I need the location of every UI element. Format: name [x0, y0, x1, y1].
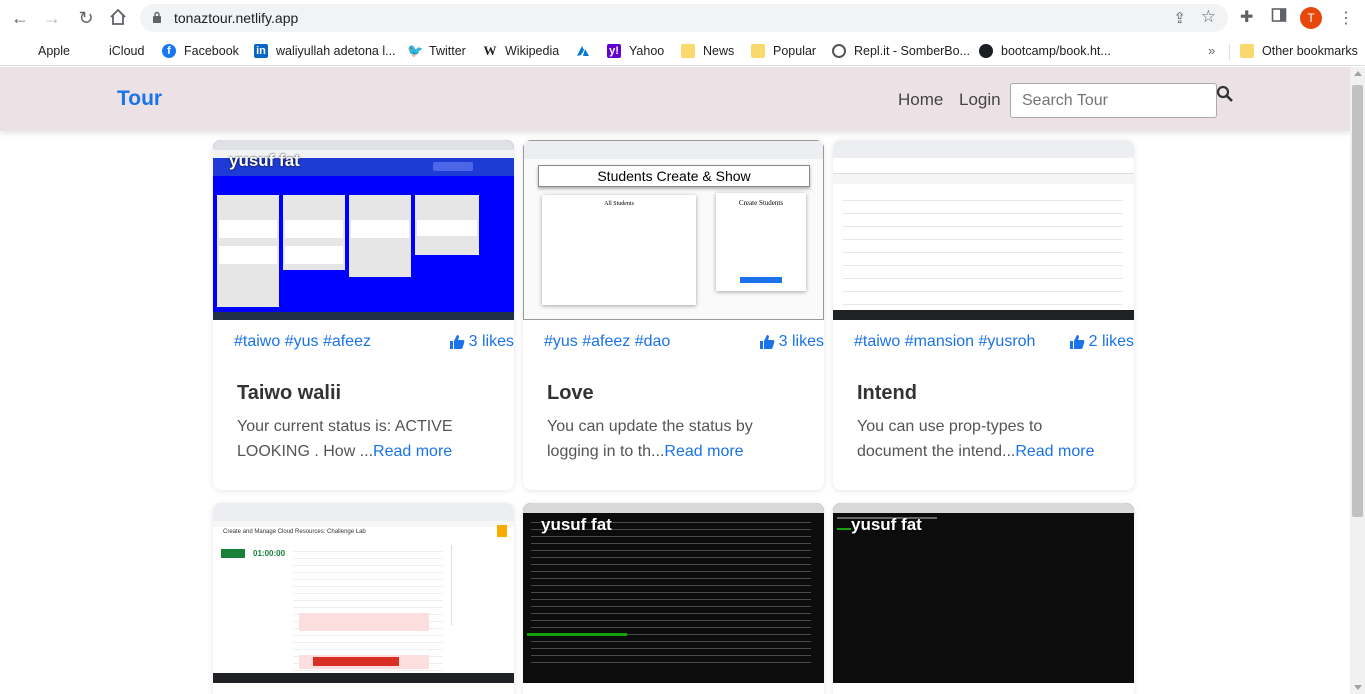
bookmark-facebook[interactable]: f Facebook	[162, 42, 239, 60]
reload-icon[interactable]: ↻	[76, 8, 96, 28]
github-icon	[979, 44, 993, 58]
browser-toolbar: ← → ↻ tonaztour.netlify.app ⇪ ☆ ✚ T ⋮	[0, 0, 1365, 36]
bookmark-popular[interactable]: Popular	[751, 42, 816, 60]
thumbnail-timer: 01:00:00	[253, 549, 286, 558]
tour-card[interactable]: #taiwo #mansion #yusroh 2 likes Intend Y…	[833, 140, 1134, 490]
menu-icon[interactable]: ⋮	[1338, 8, 1354, 28]
bookmark-replit[interactable]: Repl.it - SomberBo...	[832, 42, 970, 60]
folder-icon	[1240, 44, 1254, 58]
card-tags[interactable]: #taiwo #yus #afeez	[234, 333, 371, 351]
card-tags[interactable]: #yus #afeez #dao	[544, 333, 670, 351]
forward-icon[interactable]: →	[42, 8, 62, 28]
address-bar[interactable]: tonaztour.netlify.app ⇪ ☆	[140, 4, 1228, 32]
folder-icon	[681, 44, 695, 58]
other-bookmarks[interactable]: Other bookmarks	[1240, 42, 1358, 60]
thumbnail-heading: Students Create & Show	[538, 165, 810, 187]
card-thumbnail[interactable]: Create and Manage Cloud Resources: Chall…	[213, 503, 514, 683]
thumbnail-label: yusuf fat	[851, 515, 922, 534]
linkedin-icon: in	[254, 44, 268, 58]
yahoo-icon: y!	[607, 44, 621, 58]
card-title: Taiwo walii	[237, 382, 342, 404]
bookmarks-bar: Apple iCloud f Facebook in waliyullah adet…	[0, 36, 1365, 66]
bookmark-news[interactable]: News	[681, 42, 734, 60]
share-icon[interactable]: ⇪	[1173, 9, 1186, 27]
side-panel-icon[interactable]	[1271, 7, 1287, 28]
read-more-link[interactable]: Read more	[1015, 443, 1094, 460]
site-navbar: Tour Home Login	[0, 67, 1350, 131]
bookmark-icloud[interactable]: iCloud	[87, 42, 144, 60]
card-description: Your current status is: ACTIVE LOOKING .…	[237, 418, 453, 460]
tour-card[interactable]: Students Create & Show All Students Crea…	[523, 140, 824, 490]
card-likes[interactable]: 2 likes	[1069, 333, 1134, 351]
bookmark-azure[interactable]	[576, 42, 598, 60]
card-thumbnail[interactable]	[833, 140, 1134, 320]
extensions-icon[interactable]: ✚	[1240, 7, 1253, 27]
bookmark-yahoo[interactable]: y! Yahoo	[607, 42, 664, 60]
twitter-icon: 🐦	[407, 43, 424, 58]
thumbnail-label: yusuf fat	[229, 151, 300, 170]
bookmark-twitter[interactable]: 🐦 Twitter	[407, 42, 466, 60]
nav-login-link[interactable]: Login	[959, 90, 1001, 110]
card-likes[interactable]: 3 likes	[759, 333, 824, 351]
thumbnail-panel-title: Create Students	[738, 199, 784, 207]
thumbnail-label: yusuf fat	[541, 515, 612, 534]
thumbs-up-icon	[759, 335, 775, 349]
lock-icon	[153, 11, 161, 23]
page-scrollbar[interactable]	[1350, 67, 1365, 694]
tour-card[interactable]: yusuf fat	[523, 503, 824, 694]
thumbnail-panel-title: All Students	[604, 201, 634, 207]
card-tags[interactable]: #taiwo #mansion #yusroh	[854, 333, 1035, 351]
card-thumbnail[interactable]: yusuf fat	[523, 503, 824, 683]
card-title: Intend	[857, 382, 917, 404]
facebook-icon: f	[162, 44, 176, 58]
tour-card[interactable]: Create and Manage Cloud Resources: Chall…	[213, 503, 514, 694]
scrollbar-thumb[interactable]	[1352, 85, 1363, 517]
search-icon[interactable]	[1216, 85, 1234, 103]
thumbs-up-icon	[1069, 335, 1085, 349]
bookmarks-divider	[1229, 44, 1230, 60]
azure-icon	[576, 44, 590, 58]
tour-card[interactable]: yusuf fat #taiwo #yus #afeez 3 likes Tai…	[213, 140, 514, 490]
thumbnail-heading: Create and Manage Cloud Resources: Chall…	[223, 529, 366, 535]
wikipedia-icon: W	[483, 43, 497, 58]
scroll-up-icon[interactable]	[1354, 71, 1362, 76]
bookmark-star-icon[interactable]: ☆	[1201, 7, 1216, 27]
bookmark-github[interactable]: bootcamp/book.ht...	[979, 42, 1111, 60]
apple-icon	[16, 44, 30, 58]
nav-home-link[interactable]: Home	[898, 90, 943, 110]
scroll-down-icon[interactable]	[1354, 685, 1362, 690]
thumbs-up-icon	[449, 335, 465, 349]
back-icon[interactable]: ←	[10, 8, 30, 28]
card-thumbnail[interactable]: yusuf fat	[213, 140, 514, 320]
profile-avatar[interactable]: T	[1300, 7, 1322, 29]
card-likes[interactable]: 3 likes	[449, 333, 514, 351]
url-text: tonaztour.netlify.app	[174, 10, 299, 26]
bookmarks-overflow-button[interactable]: »	[1208, 43, 1215, 58]
folder-icon	[751, 44, 765, 58]
bookmark-linkedin[interactable]: in waliyullah adetona l...	[254, 42, 396, 60]
tour-card[interactable]: yusuf fat	[833, 503, 1134, 694]
card-title: Love	[547, 382, 594, 404]
card-description: You can use prop-types to document the i…	[857, 418, 1095, 460]
read-more-link[interactable]: Read more	[373, 443, 452, 460]
card-description: You can update the status by logging in …	[547, 418, 753, 460]
bookmark-wikipedia[interactable]: W Wikipedia	[483, 42, 560, 60]
home-icon[interactable]	[108, 8, 128, 28]
replit-icon	[832, 44, 846, 58]
card-thumbnail[interactable]: Students Create & Show All Students Crea…	[523, 140, 824, 320]
card-thumbnail[interactable]: yusuf fat	[833, 503, 1134, 683]
apple-icon	[87, 44, 101, 58]
bookmark-apple[interactable]: Apple	[16, 42, 70, 60]
search-input[interactable]	[1010, 83, 1217, 118]
page-viewport: Tour Home Login Search Tour yusuf fat #t…	[0, 67, 1350, 694]
read-more-link[interactable]: Read more	[664, 443, 743, 460]
brand-logo[interactable]: Tour	[117, 87, 162, 111]
